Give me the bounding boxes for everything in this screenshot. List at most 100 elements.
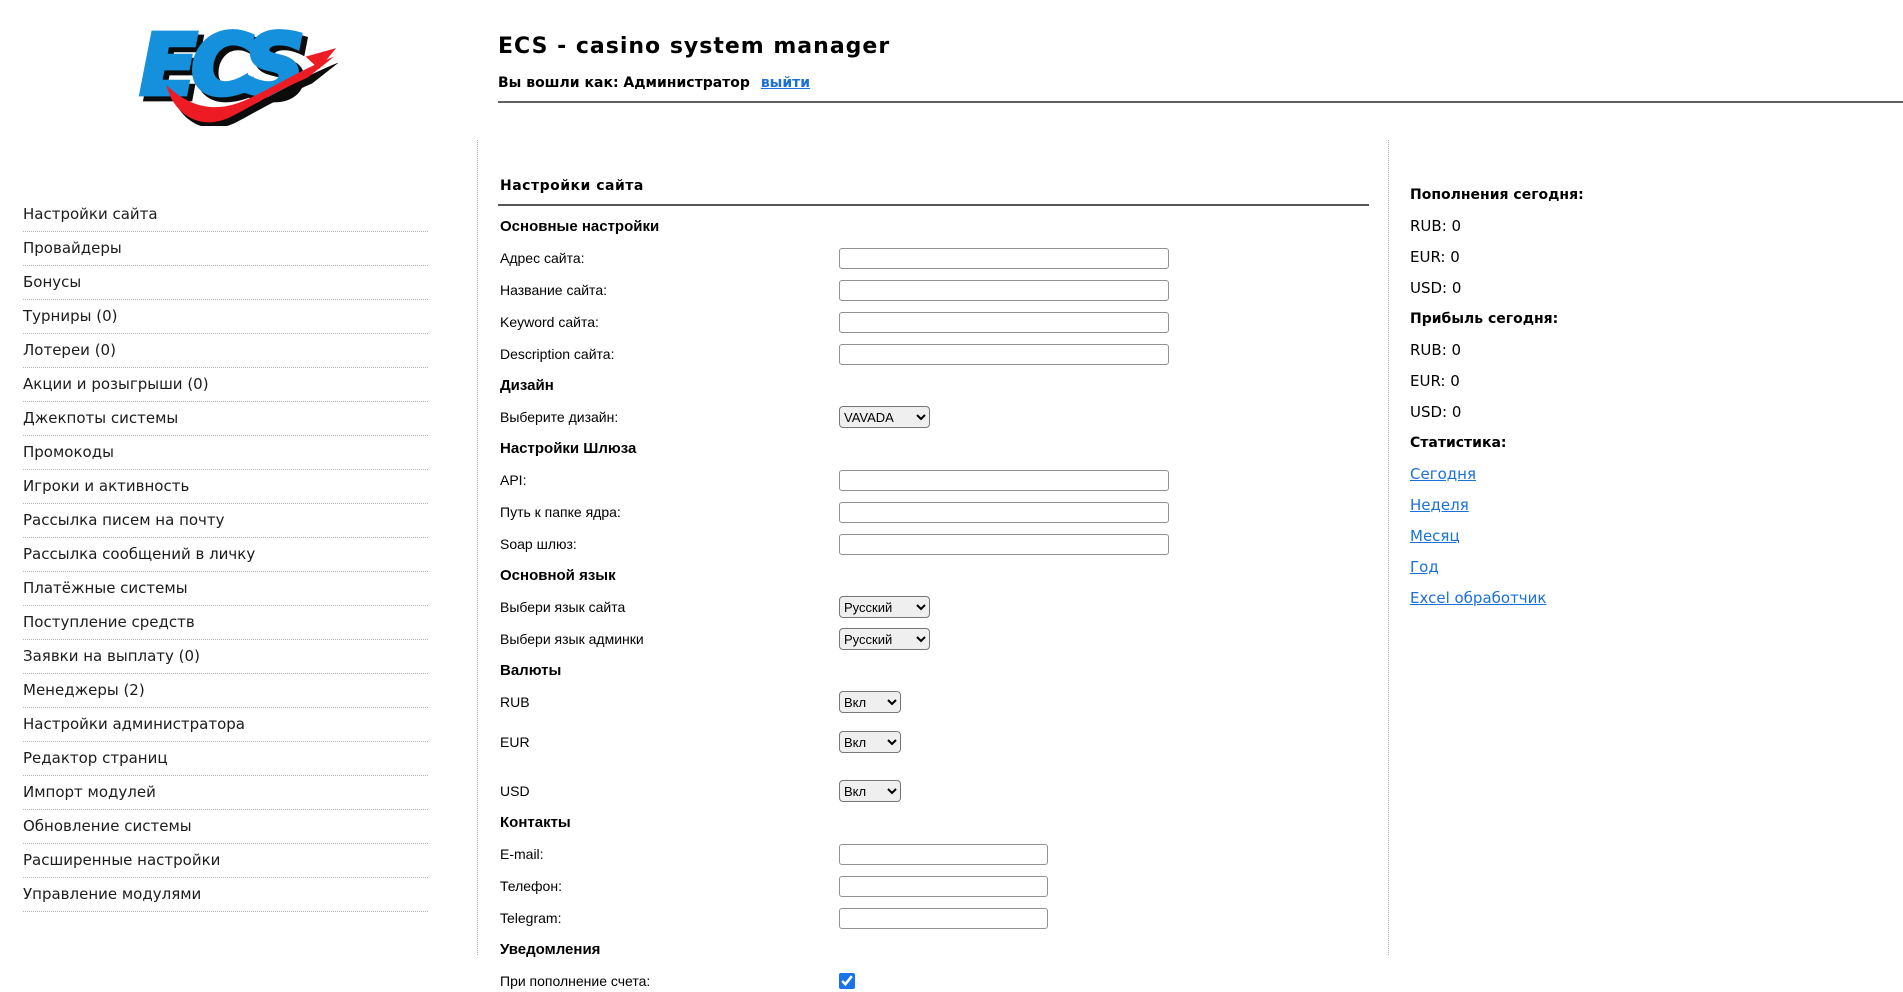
sidebar-item-admin-settings[interactable]: Настройки администратора xyxy=(23,708,428,742)
site-description-input[interactable] xyxy=(839,343,1169,365)
deposits-eur-value: EUR: 0 xyxy=(1410,248,1460,266)
section-design: Дизайн xyxy=(500,377,554,394)
section-gateway: Настройки Шлюза xyxy=(500,440,637,457)
header: ECS ECS ECS - casino system manager Вы в… xyxy=(0,0,1903,140)
form-row-design: Выберите дизайн: VAVADA xyxy=(500,406,1388,428)
sidebar-nav: Настройки сайта Провайдеры Бонусы Турнир… xyxy=(0,140,478,955)
logo-link[interactable]: ECS ECS xyxy=(138,13,339,129)
page: ECS ECS ECS - casino system manager Вы в… xyxy=(0,0,1903,989)
header-divider xyxy=(498,101,1903,103)
form-row-site-description: Description сайта: xyxy=(500,343,1388,365)
sidebar-item-system-update[interactable]: Обновление системы xyxy=(23,810,428,844)
usd-select[interactable]: Вкл xyxy=(839,780,901,802)
stats-panel: Пополнения сегодня: RUB: 0 EUR: 0 USD: 0… xyxy=(1389,140,1903,955)
statistics-title: Статистика: xyxy=(1410,435,1507,451)
core-path-label: Путь к папке ядра: xyxy=(500,504,621,520)
soap-input[interactable] xyxy=(839,533,1169,555)
deposit-notice-checkbox[interactable] xyxy=(839,973,855,989)
sidebar-item-lotteries[interactable]: Лотереи (0) xyxy=(23,334,428,368)
form-row-eur: EUR Вкл xyxy=(500,731,1388,753)
site-address-input[interactable] xyxy=(839,247,1169,269)
eur-select[interactable]: Вкл xyxy=(839,731,901,753)
section-currencies: Валюты xyxy=(500,662,562,679)
ecs-logo-image: ECS ECS xyxy=(138,13,339,129)
form-row-phone: Телефон: xyxy=(500,875,1388,897)
content-columns: Настройки сайта Провайдеры Бонусы Турнир… xyxy=(0,140,1903,989)
usd-label: USD xyxy=(500,783,530,799)
form-row-site-address: Адрес сайта: xyxy=(500,247,1388,269)
form-row-site-name: Название сайта: xyxy=(500,279,1388,301)
telegram-label: Telegram: xyxy=(500,910,562,926)
email-input[interactable] xyxy=(839,843,1048,865)
sidebar-item-email-mailing[interactable]: Рассылка писем на почту xyxy=(23,504,428,538)
stats-link-today[interactable]: Сегодня xyxy=(1410,465,1476,483)
api-label: API: xyxy=(500,472,527,488)
sidebar-item-providers[interactable]: Провайдеры xyxy=(23,232,428,266)
profit-today-title: Прибыль сегодня: xyxy=(1410,311,1559,327)
site-address-label: Адрес сайта: xyxy=(500,250,585,266)
site-lang-select[interactable]: Русский xyxy=(839,596,930,618)
stats-link-excel-handler[interactable]: Excel обработчик xyxy=(1410,589,1546,607)
site-name-input[interactable] xyxy=(839,279,1169,301)
design-label: Выберите дизайн: xyxy=(500,409,619,425)
sidebar-item-pm-mailing[interactable]: Рассылка сообщений в личку xyxy=(23,538,428,572)
form-row-site-keyword: Keyword сайта: xyxy=(500,311,1388,333)
sidebar-item-promotions[interactable]: Акции и розыгрыши (0) xyxy=(23,368,428,402)
sidebar-item-tournaments[interactable]: Турниры (0) xyxy=(23,300,428,334)
stats-link-year[interactable]: Год xyxy=(1410,558,1439,576)
deposit-notice-label: При пополнение счета: xyxy=(500,973,651,989)
app-title: ECS - casino system manager xyxy=(498,34,891,59)
rub-label: RUB xyxy=(500,694,530,710)
rub-select[interactable]: Вкл xyxy=(839,691,901,713)
form-row-api: API: xyxy=(500,469,1388,491)
deposits-rub-value: RUB: 0 xyxy=(1410,217,1462,235)
sidebar-item-site-settings[interactable]: Настройки сайта xyxy=(23,198,428,232)
profit-usd-value: USD: 0 xyxy=(1410,403,1462,421)
sidebar-item-payout-requests[interactable]: Заявки на выплату (0) xyxy=(23,640,428,674)
section-notifications: Уведомления xyxy=(500,941,601,958)
email-label: E-mail: xyxy=(500,846,544,862)
login-line: Вы вошли как: Администратор выйти xyxy=(498,74,1903,92)
section-basic-settings: Основные настройки xyxy=(500,218,660,235)
main-content: Настройки сайта Основные настройки Адрес… xyxy=(478,140,1389,989)
sidebar-item-module-management[interactable]: Управление модулями xyxy=(23,878,428,912)
sidebar-menu: Настройки сайта Провайдеры Бонусы Турнир… xyxy=(23,198,428,912)
form-row-admin-lang: Выбери язык админки Русский xyxy=(500,628,1388,650)
telegram-input[interactable] xyxy=(839,907,1048,929)
stats-link-week[interactable]: Неделя xyxy=(1410,496,1469,514)
form-row-email: E-mail: xyxy=(500,843,1388,865)
sidebar-item-incoming-funds[interactable]: Поступление средств xyxy=(23,606,428,640)
site-keyword-input[interactable] xyxy=(839,311,1169,333)
sidebar-item-advanced-settings[interactable]: Расширенные настройки xyxy=(23,844,428,878)
login-status-text: Вы вошли как: Администратор xyxy=(498,75,750,91)
site-name-label: Название сайта: xyxy=(500,282,607,298)
sidebar-item-payment-systems[interactable]: Платёжные системы xyxy=(23,572,428,606)
phone-input[interactable] xyxy=(839,875,1048,897)
sidebar-item-jackpots[interactable]: Джекпоты системы xyxy=(23,402,428,436)
header-text-block: ECS - casino system manager Вы вошли как… xyxy=(498,33,1903,103)
sidebar-item-players-activity[interactable]: Игроки и активность xyxy=(23,470,428,504)
api-input[interactable] xyxy=(839,469,1169,491)
eur-label: EUR xyxy=(500,734,530,750)
site-keyword-label: Keyword сайта: xyxy=(500,314,599,330)
section-contacts: Контакты xyxy=(500,814,571,831)
deposits-usd-value: USD: 0 xyxy=(1410,279,1462,297)
form-row-deposit-notice: При пополнение счета: xyxy=(500,970,1388,992)
soap-label: Soap шлюз: xyxy=(500,536,577,552)
form-row-soap: Soap шлюз: xyxy=(500,533,1388,555)
form-row-telegram: Telegram: xyxy=(500,907,1388,929)
sidebar-item-managers[interactable]: Менеджеры (2) xyxy=(23,674,428,708)
logout-link[interactable]: выйти xyxy=(761,75,810,91)
sidebar-item-page-editor[interactable]: Редактор страниц xyxy=(23,742,428,776)
design-select[interactable]: VAVADA xyxy=(839,406,930,428)
core-path-input[interactable] xyxy=(839,501,1169,523)
sidebar-item-module-import[interactable]: Импорт модулей xyxy=(23,776,428,810)
admin-lang-select[interactable]: Русский xyxy=(839,628,930,650)
site-lang-label: Выбери язык сайта xyxy=(500,599,626,615)
form-row-core-path: Путь к папке ядра: xyxy=(500,501,1388,523)
stats-link-month[interactable]: Месяц xyxy=(1410,527,1460,545)
admin-lang-label: Выбери язык админки xyxy=(500,631,644,647)
form-row-site-lang: Выбери язык сайта Русский xyxy=(500,596,1388,618)
sidebar-item-bonuses[interactable]: Бонусы xyxy=(23,266,428,300)
sidebar-item-promocodes[interactable]: Промокоды xyxy=(23,436,428,470)
